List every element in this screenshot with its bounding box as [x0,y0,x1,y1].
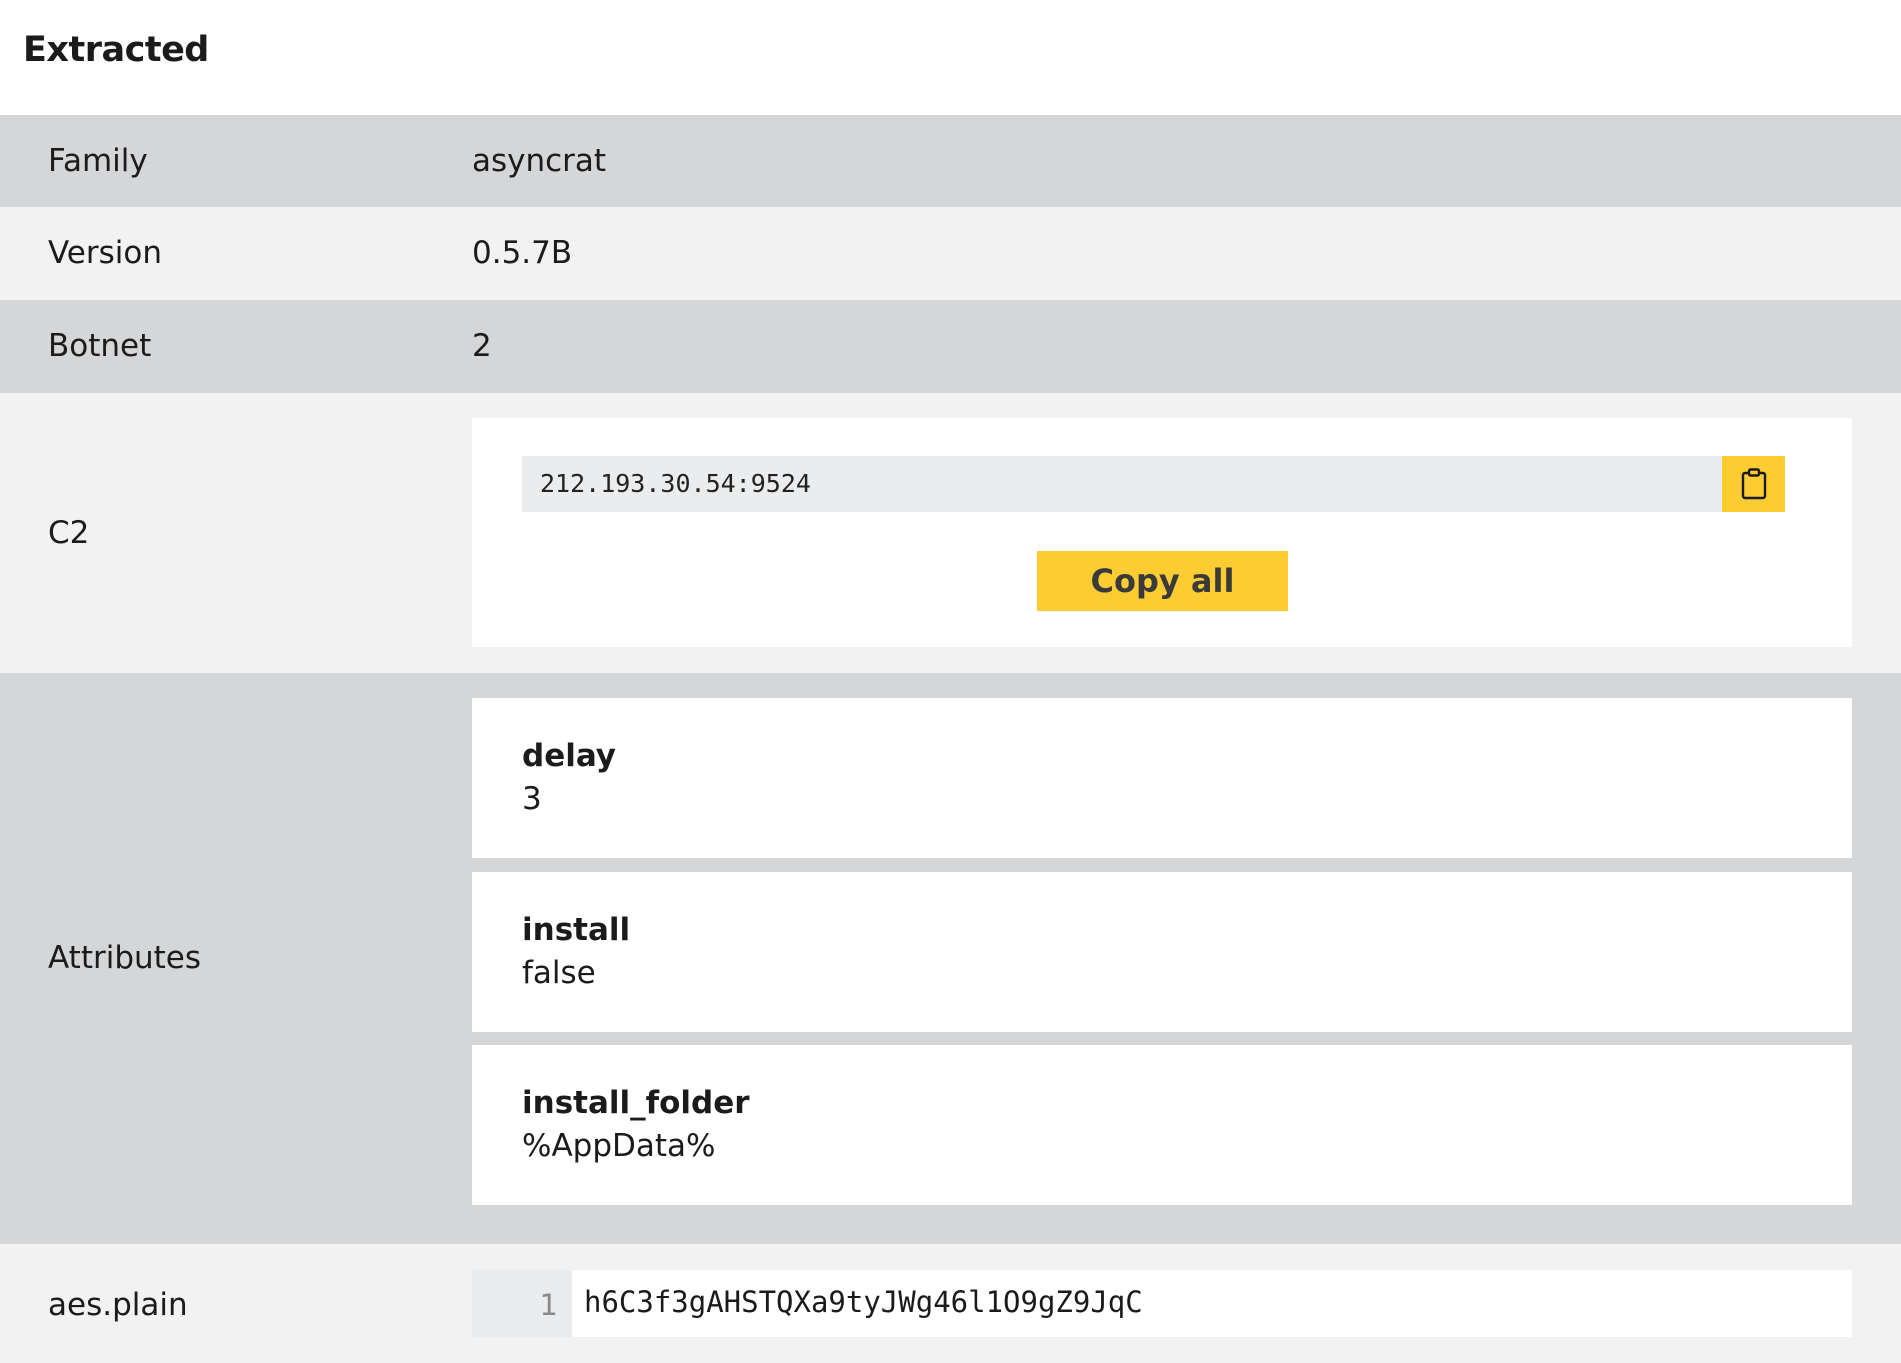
c2-panel: 212.193.30.54:9524 Copy all [472,418,1852,647]
extracted-config-page: Extracted Family asyncrat Version 0.5.7B… [0,0,1901,1363]
copy-all-button[interactable]: Copy all [1037,551,1288,611]
line-number: 1 [539,1288,558,1322]
page-title: Extracted [23,30,209,70]
aes-plain-label: aes.plain [48,1287,188,1323]
attribute-value: false [522,955,596,991]
family-label: Family [48,143,148,179]
row-family: Family asyncrat [0,115,1901,207]
row-version: Version 0.5.7B [0,207,1901,300]
attribute-name: install [522,912,631,948]
attribute-card: delay 3 [472,698,1852,858]
row-botnet: Botnet 2 [0,300,1901,393]
c2-entry-text[interactable]: 212.193.30.54:9524 [540,456,811,512]
attribute-name: delay [522,738,617,774]
attribute-value: 3 [522,781,542,817]
row-c2: C2 212.193.30.54:9524 Copy all [0,393,1901,673]
version-value: 0.5.7B [472,235,573,271]
aes-plain-code-box[interactable]: 1 h6C3f3gAHSTQXa9tyJWg46l1O9gZ9JqC [472,1270,1852,1337]
aes-plain-code[interactable]: h6C3f3gAHSTQXa9tyJWg46l1O9gZ9JqC [584,1270,1143,1334]
copy-c2-button[interactable] [1722,456,1785,512]
family-value: asyncrat [472,143,607,179]
attribute-card: install_folder %AppData% [472,1045,1852,1205]
c2-label: C2 [48,515,90,551]
attribute-value: %AppData% [522,1128,716,1164]
botnet-value: 2 [472,328,492,364]
attribute-name: install_folder [522,1085,750,1121]
clipboard-icon [1741,468,1766,500]
attribute-card: install false [472,872,1852,1032]
row-aes-plain: aes.plain 1 h6C3f3gAHSTQXa9tyJWg46l1O9gZ… [0,1244,1901,1363]
attributes-label: Attributes [48,940,202,976]
botnet-label: Botnet [48,328,152,364]
line-number-gutter: 1 [472,1270,572,1337]
version-label: Version [48,235,162,271]
c2-entry-field[interactable]: 212.193.30.54:9524 [522,456,1722,512]
row-attributes: Attributes delay 3 install false install… [0,673,1901,1244]
